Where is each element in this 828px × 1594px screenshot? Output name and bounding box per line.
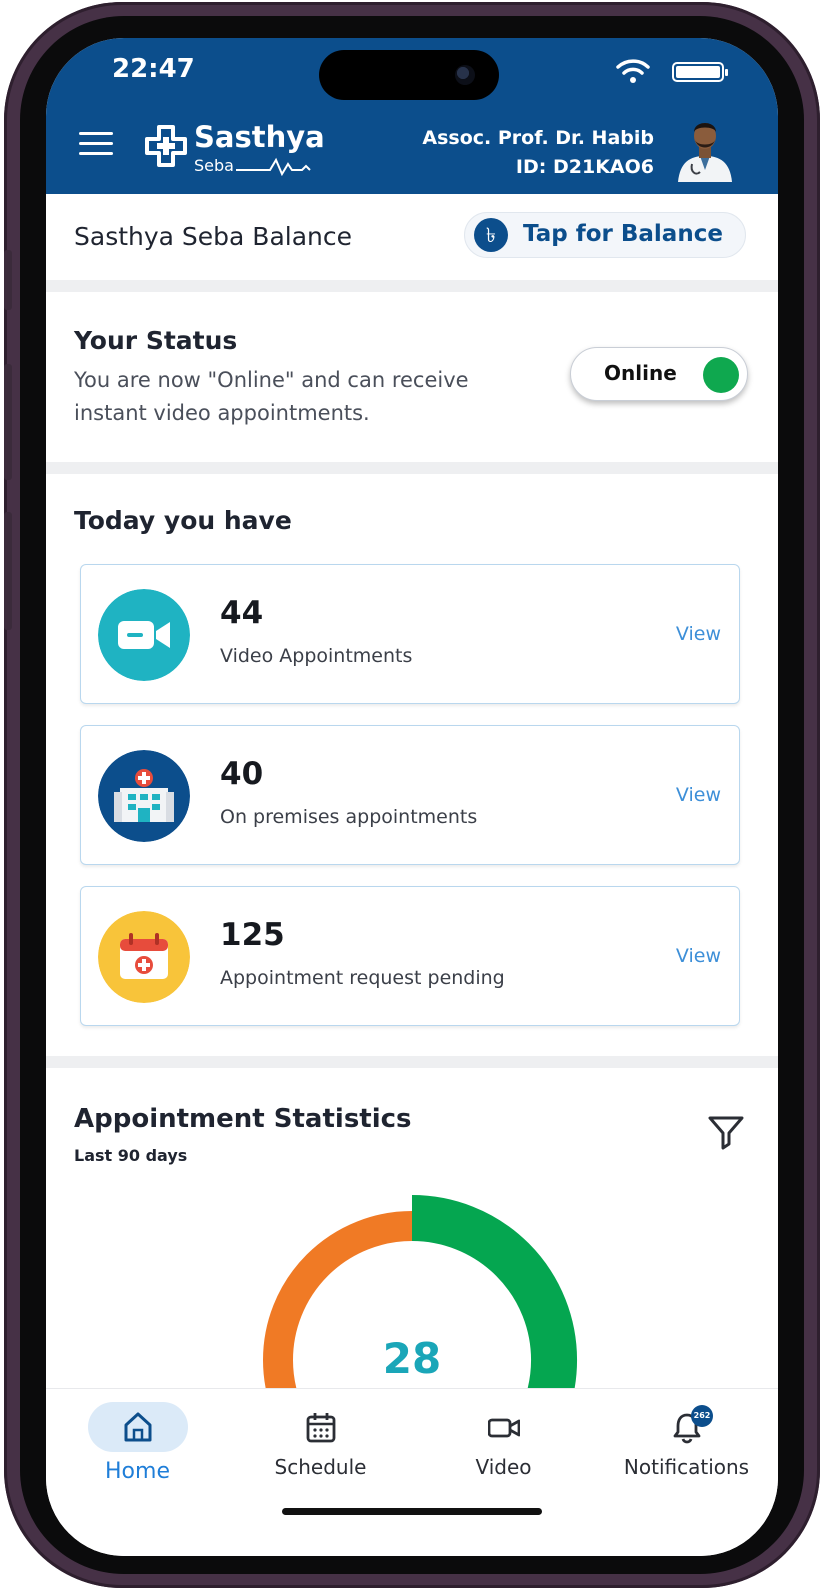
view-on-premises-appointments-link[interactable]: View [676, 784, 721, 806]
medical-cross-logo-icon [145, 125, 187, 167]
app-screen: 22:47 Sasthya Seba Assoc. Prof. Dr. Habi… [46, 38, 778, 1556]
tap-for-balance-label: Tap for Balance [523, 221, 723, 247]
section-divider [46, 1056, 778, 1068]
video-appointments-card[interactable]: 44 Video Appointments View [80, 564, 740, 704]
taka-icon: ৳ [474, 218, 508, 252]
action-button [4, 250, 12, 310]
heartbeat-line-icon [236, 157, 311, 176]
toggle-knob [703, 357, 739, 393]
view-pending-requests-link[interactable]: View [676, 945, 721, 967]
bottom-tab-bar: Home Schedule Video 262 Notifications [46, 1388, 778, 1556]
tab-notifications[interactable]: 262 Notifications [595, 1389, 778, 1499]
calendar-plus-icon [98, 911, 190, 1003]
view-video-appointments-link[interactable]: View [676, 623, 721, 645]
doctor-avatar[interactable] [676, 110, 734, 182]
hospital-building-icon [98, 750, 190, 842]
logo-title: Sasthya [194, 120, 325, 154]
card-label: On premises appointments [220, 806, 478, 828]
tab-home[interactable]: Home [46, 1389, 229, 1499]
battery-icon [672, 62, 728, 82]
tab-label: Notifications [623, 1455, 750, 1479]
dynamic-island [319, 50, 499, 100]
tab-video[interactable]: Video [412, 1389, 595, 1499]
toggle-label: Online [604, 361, 677, 385]
home-indicator [282, 1508, 542, 1515]
tab-label: Home [105, 1459, 170, 1484]
today-title: Today you have [74, 506, 292, 535]
camera-icon [455, 65, 475, 85]
card-count: 125 [220, 917, 285, 953]
volume-down-button [4, 512, 12, 630]
tab-label: Schedule [274, 1455, 367, 1479]
wifi-icon [616, 59, 650, 83]
sasthya-seba-logo: Sasthya Seba [144, 120, 325, 180]
status-section: Your Status You are now "Online" and can… [46, 292, 778, 462]
statistics-title: Appointment Statistics [74, 1104, 412, 1134]
status-title: Your Status [74, 326, 238, 355]
volume-up-button [4, 364, 12, 480]
notification-badge: 262 [691, 1405, 713, 1427]
doctor-id: ID: D21KAO6 [515, 156, 654, 178]
calendar-icon [306, 1413, 336, 1443]
tap-for-balance-button[interactable]: ৳ Tap for Balance [464, 212, 746, 258]
hamburger-menu-icon[interactable] [79, 132, 113, 156]
status-description: You are now "Online" and can receive ins… [74, 368, 469, 425]
tab-label: Video [475, 1455, 532, 1479]
today-section: Today you have 44 Video Appointments Vie… [46, 474, 778, 1056]
video-icon [488, 1418, 520, 1438]
online-status-toggle[interactable]: Online [570, 347, 748, 401]
filter-icon[interactable] [706, 1112, 746, 1152]
home-icon [124, 1412, 152, 1442]
app-header: 22:47 Sasthya Seba Assoc. Prof. Dr. Habi… [46, 38, 778, 194]
pending-requests-card[interactable]: 125 Appointment request pending View [80, 886, 740, 1026]
video-camera-icon [98, 589, 190, 681]
section-divider [46, 280, 778, 292]
card-count: 44 [220, 595, 264, 631]
doctor-name: Assoc. Prof. Dr. Habib [422, 127, 654, 149]
card-count: 40 [220, 756, 264, 792]
card-label: Appointment request pending [220, 967, 505, 989]
statistics-section: Appointment Statistics Last 90 days 28 [46, 1068, 778, 1388]
section-divider [46, 462, 778, 474]
on-premises-appointments-card[interactable]: 40 On premises appointments View [80, 725, 740, 865]
donut-center-value: 28 [382, 1334, 442, 1383]
statistics-subtitle: Last 90 days [74, 1146, 188, 1165]
tab-schedule[interactable]: Schedule [229, 1389, 412, 1499]
balance-section: Sasthya Seba Balance ৳ Tap for Balance [46, 194, 778, 280]
status-time: 22:47 [112, 54, 195, 84]
logo-subtitle: Seba [194, 156, 234, 175]
card-label: Video Appointments [220, 645, 413, 667]
balance-title: Sasthya Seba Balance [74, 222, 353, 251]
